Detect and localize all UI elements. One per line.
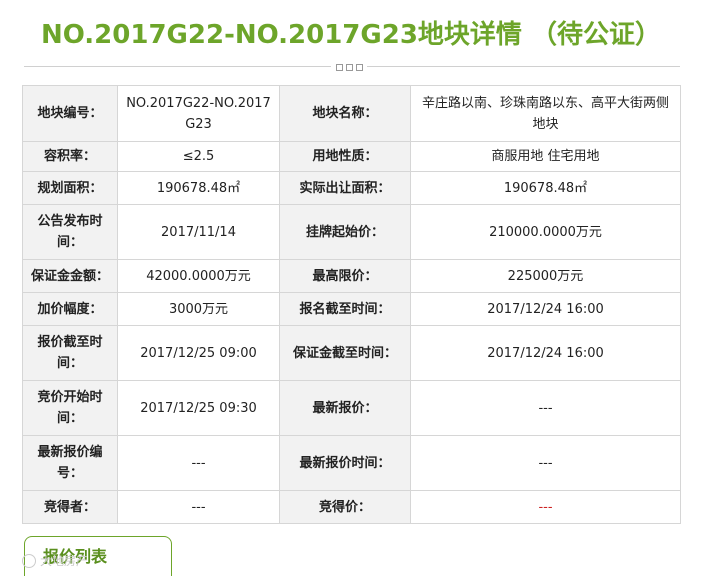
table-row: 最新报价编号： --- 最新报价时间： ---	[22, 435, 681, 491]
watermark: 大地房产	[22, 552, 88, 569]
label-deposit-deadline: 保证金截至时间：	[279, 325, 411, 381]
label-land-use: 用地性质：	[279, 141, 411, 172]
label-bid-deadline: 报价截至时间：	[22, 325, 118, 381]
label-actual-area: 实际出让面积：	[279, 171, 411, 205]
parcel-detail-table: 地块编号： NO.2017G22-NO.2017G23 地块名称： 辛庄路以南、…	[22, 85, 681, 524]
value-deposit-deadline: 2017/12/24 16:00	[410, 325, 681, 381]
value-latest-bid-time: ---	[410, 435, 681, 491]
value-latest-bid-no: ---	[117, 435, 280, 491]
table-row: 竞得者： --- 竞得价： ---	[22, 490, 681, 524]
label-increment: 加价幅度：	[22, 292, 118, 326]
table-row: 公告发布时间： 2017/11/14 挂牌起始价： 210000.0000万元	[22, 204, 681, 260]
label-latest-bid: 最新报价：	[279, 380, 411, 436]
table-row: 规划面积： 190678.48㎡ 实际出让面积： 190678.48㎡	[22, 171, 681, 205]
table-row: 竞价开始时间： 2017/12/25 09:30 最新报价： ---	[22, 380, 681, 436]
value-land-use: 商服用地 住宅用地	[410, 141, 681, 172]
value-increment: 3000万元	[117, 292, 280, 326]
label-announce-date: 公告发布时间：	[22, 204, 118, 260]
table-row: 加价幅度： 3000万元 报名截至时间： 2017/12/24 16:00	[22, 292, 681, 326]
label-winner: 竞得者：	[22, 490, 118, 524]
value-plot-ratio: ≤2.5	[117, 141, 280, 172]
label-start-price: 挂牌起始价：	[279, 204, 411, 260]
label-plot-ratio: 容积率：	[22, 141, 118, 172]
value-auction-start: 2017/12/25 09:30	[117, 380, 280, 436]
label-parcel-id: 地块编号：	[22, 85, 118, 142]
value-winner: ---	[117, 490, 280, 524]
label-signup-deadline: 报名截至时间：	[279, 292, 411, 326]
label-parcel-name: 地块名称：	[279, 85, 411, 142]
value-latest-bid: ---	[410, 380, 681, 436]
label-winning-price: 竞得价：	[279, 490, 411, 524]
divider-ornament	[331, 61, 367, 73]
value-winning-price: ---	[410, 490, 681, 524]
value-parcel-name: 辛庄路以南、珍珠南路以东、高平大街两侧地块	[410, 85, 681, 142]
label-deposit: 保证金金额：	[22, 259, 118, 293]
page-title: NO.2017G22-NO.2017G23地块详情 （待公证）	[41, 20, 661, 50]
label-max-price: 最高限价：	[279, 259, 411, 293]
label-auction-start: 竞价开始时间：	[22, 380, 118, 436]
label-planned-area: 规划面积：	[22, 171, 118, 205]
label-latest-bid-time: 最新报价时间：	[279, 435, 411, 491]
value-start-price: 210000.0000万元	[410, 204, 681, 260]
label-latest-bid-no: 最新报价编号：	[22, 435, 118, 491]
value-signup-deadline: 2017/12/24 16:00	[410, 292, 681, 326]
table-row: 报价截至时间： 2017/12/25 09:00 保证金截至时间： 2017/1…	[22, 325, 681, 381]
value-bid-deadline: 2017/12/25 09:00	[117, 325, 280, 381]
table-row: 容积率： ≤2.5 用地性质： 商服用地 住宅用地	[22, 141, 681, 172]
value-actual-area: 190678.48㎡	[410, 171, 681, 205]
value-announce-date: 2017/11/14	[117, 204, 280, 260]
value-planned-area: 190678.48㎡	[117, 171, 280, 205]
watermark-text: 大地房产	[40, 554, 89, 568]
value-parcel-id: NO.2017G22-NO.2017G23	[117, 85, 280, 142]
watermark-logo-icon	[22, 553, 36, 568]
table-row: 地块编号： NO.2017G22-NO.2017G23 地块名称： 辛庄路以南、…	[22, 85, 681, 142]
table-row: 保证金金额： 42000.0000万元 最高限价： 225000万元	[22, 259, 681, 293]
value-max-price: 225000万元	[410, 259, 681, 293]
value-deposit: 42000.0000万元	[117, 259, 280, 293]
